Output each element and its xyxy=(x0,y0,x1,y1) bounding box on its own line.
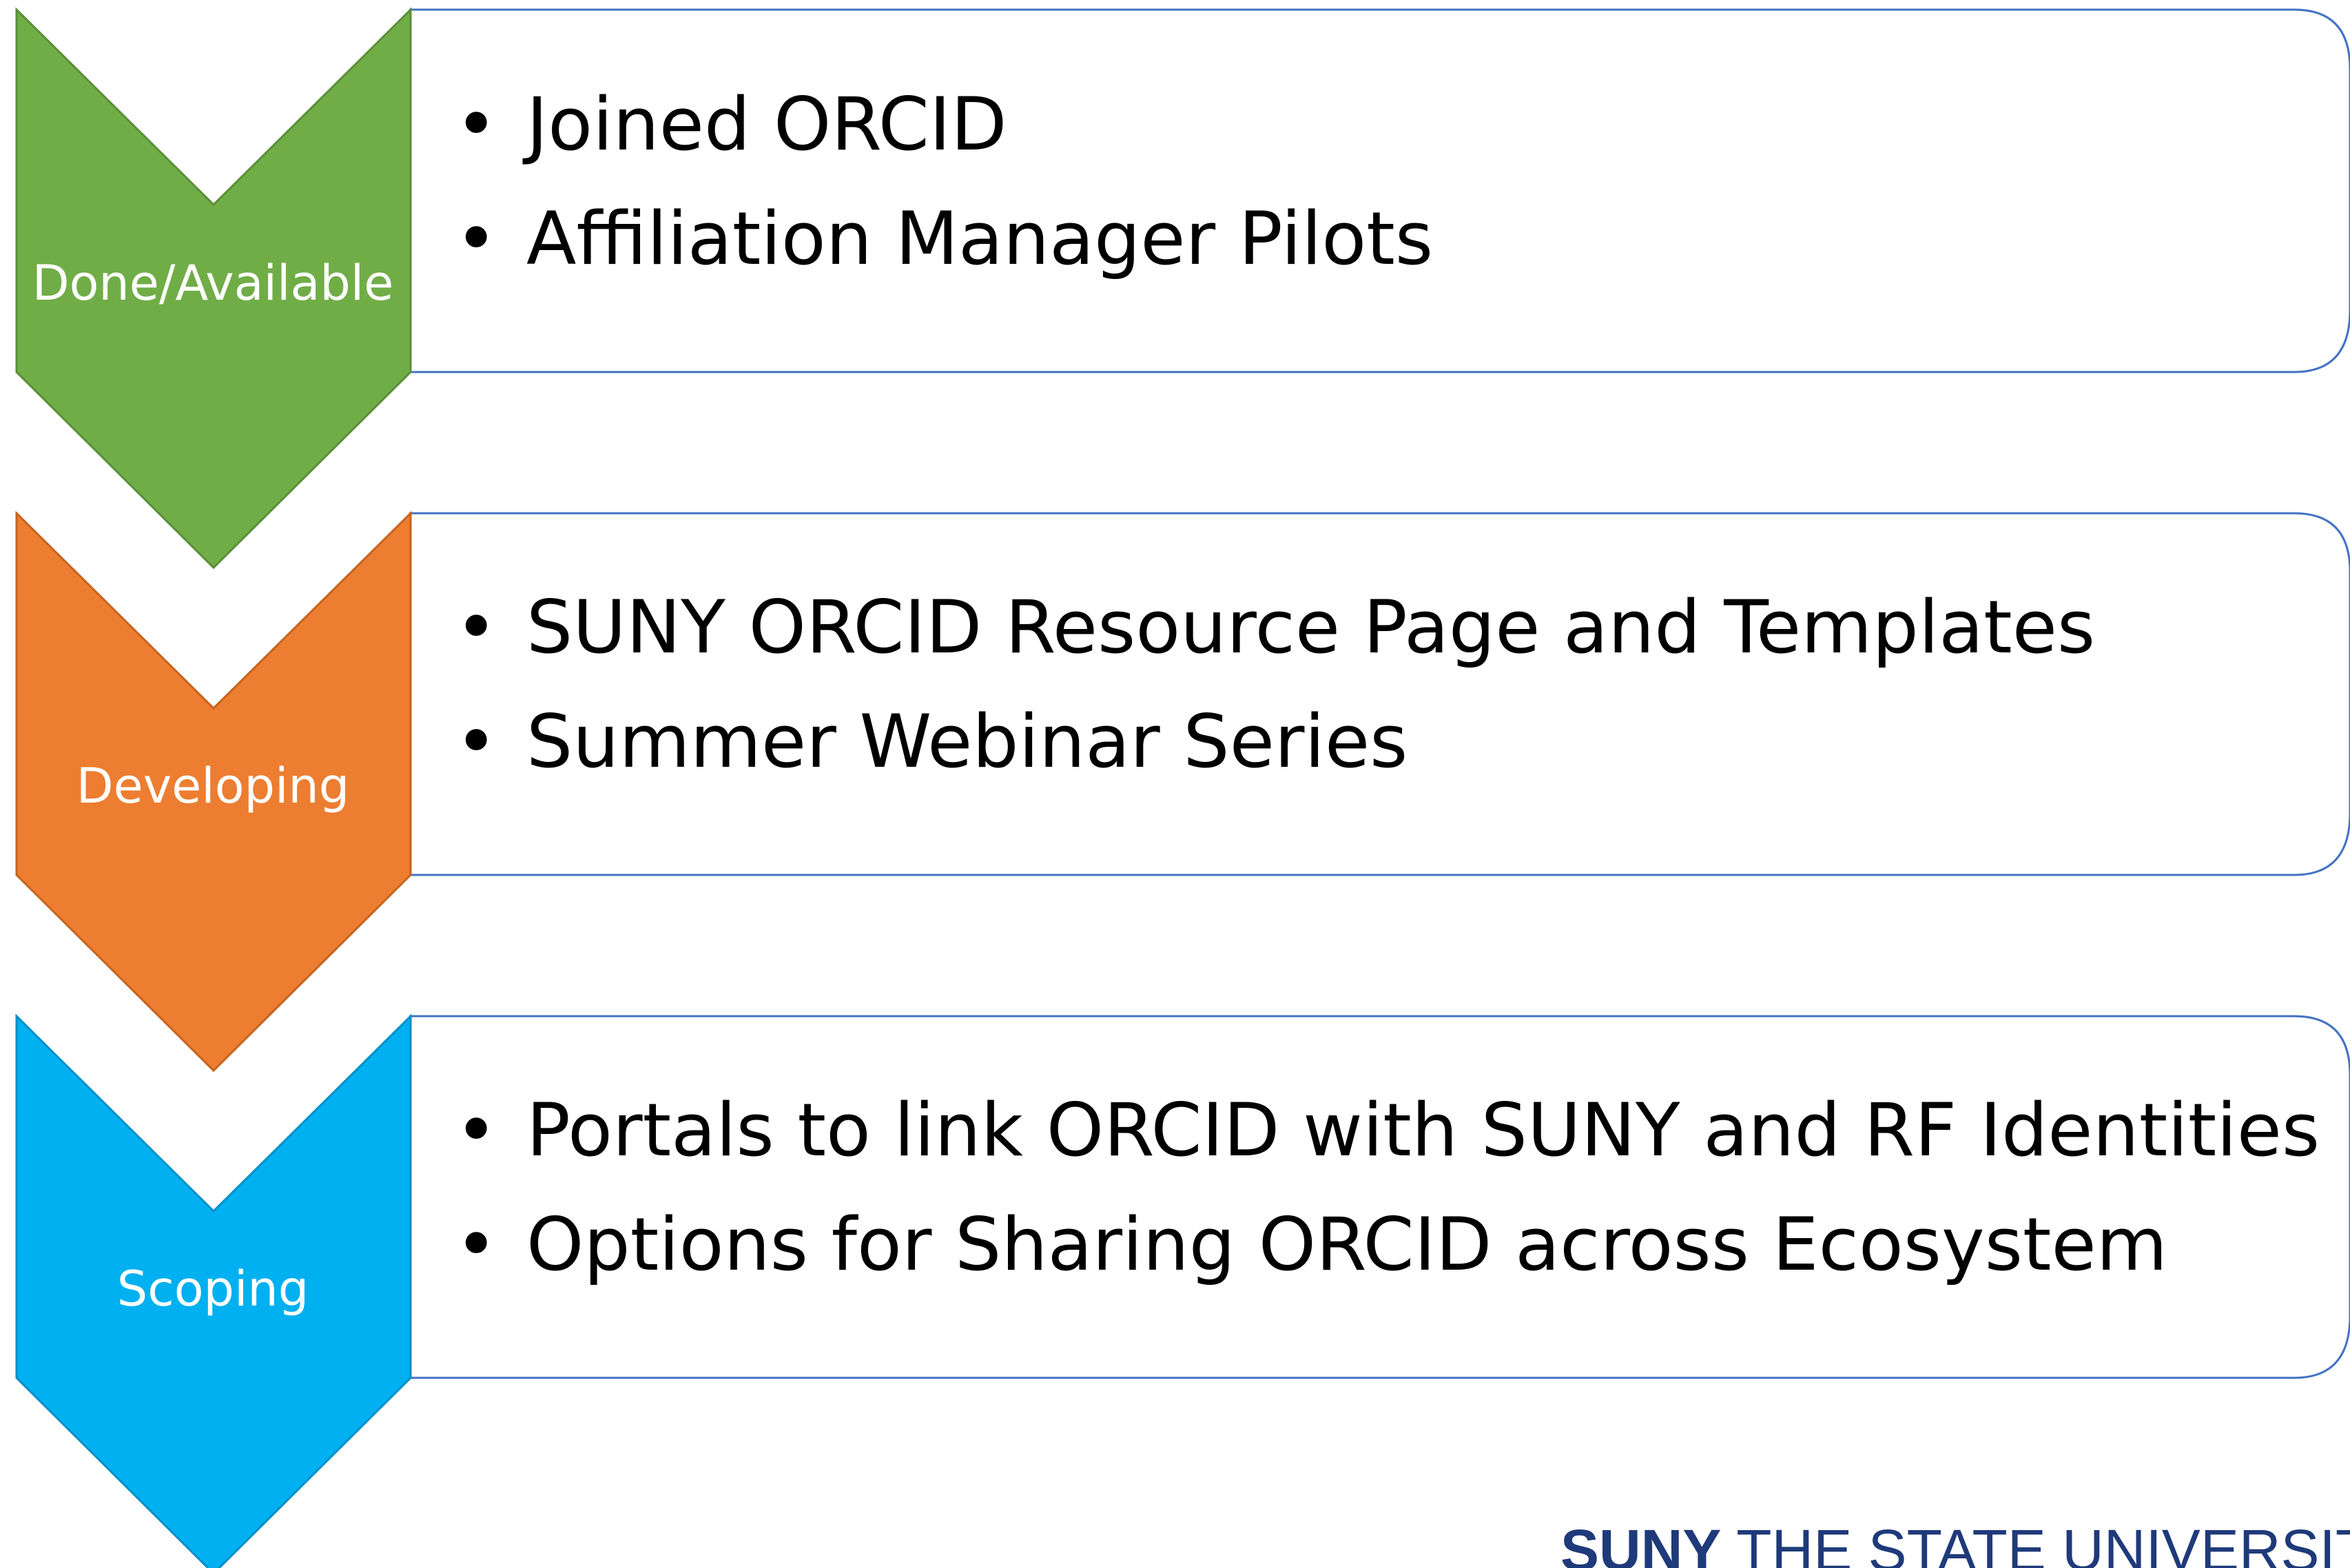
process-diagram: Done/Available Developing Scoping Joined… xyxy=(0,0,2350,1568)
suny-brand: SUNY xyxy=(1560,1518,1722,1568)
list-item: Portals to link ORCID with SUNY and RF I… xyxy=(526,1073,2320,1188)
suny-logo: SUNY THE STATE UNIVERSITY xyxy=(1560,1516,2350,1568)
stage-label-developing: Developing xyxy=(76,758,350,814)
stage-items-done: Joined ORCID Affiliation Manager Pilots xyxy=(455,68,1433,296)
stage-items-developing: SUNY ORCID Resource Page and Templates S… xyxy=(455,570,2095,799)
list-item: Summer Webinar Series xyxy=(526,685,2095,799)
list-item: SUNY ORCID Resource Page and Templates xyxy=(526,570,2095,685)
stage-items-scoping: Portals to link ORCID with SUNY and RF I… xyxy=(455,1073,2320,1302)
suny-logo-text: THE STATE UNIVERSITY xyxy=(1736,1518,2350,1568)
stage-label-scoping: Scoping xyxy=(116,1261,309,1317)
list-item: Options for Sharing ORCID across Ecosyst… xyxy=(526,1188,2320,1302)
list-item: Affiliation Manager Pilots xyxy=(526,182,1433,296)
stage-label-done: Done/Available xyxy=(32,255,394,311)
list-item: Joined ORCID xyxy=(526,68,1433,182)
